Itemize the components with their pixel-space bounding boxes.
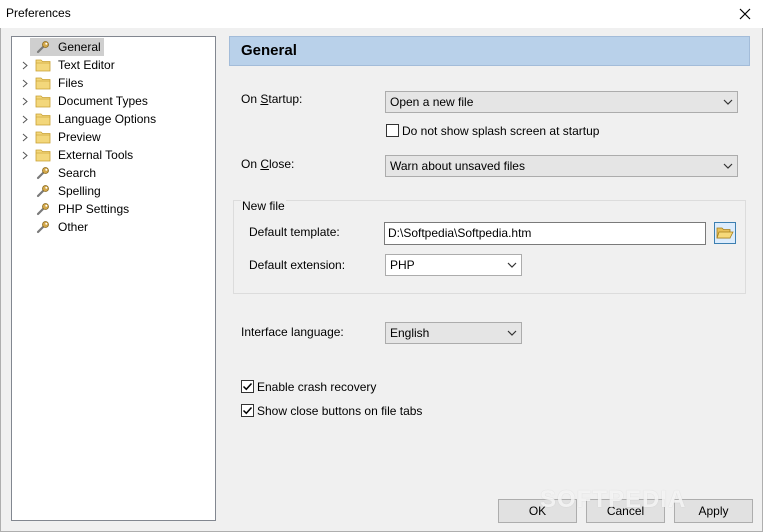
new-file-group	[233, 200, 746, 294]
interface-language-label: Interface language:	[241, 325, 344, 339]
tree-item-label: Files	[58, 76, 84, 90]
folder-icon	[34, 129, 52, 145]
tree-item-files[interactable]: Files	[12, 74, 212, 92]
tree-item-label: Other	[58, 220, 89, 234]
tree-item-external-tools[interactable]: External Tools	[12, 146, 212, 164]
default-template-label: Default template:	[249, 225, 340, 239]
close-icon	[739, 8, 751, 20]
cancel-button[interactable]: Cancel	[586, 499, 665, 523]
tree-item-label: Search	[58, 166, 97, 180]
window-title: Preferences	[6, 6, 71, 20]
expand-chevron-icon[interactable]	[20, 128, 30, 146]
expand-chevron-icon[interactable]	[20, 146, 30, 164]
checkmark-icon	[242, 382, 253, 391]
folder-icon	[34, 111, 52, 127]
title-bar: Preferences	[0, 0, 763, 28]
tree-item-content: Text Editor	[30, 56, 118, 74]
tree-item-preview[interactable]: Preview	[12, 128, 212, 146]
tree-item-label: Spelling	[58, 184, 101, 198]
ok-button[interactable]: OK	[498, 499, 577, 523]
splash-checkbox[interactable]	[386, 124, 399, 137]
on-close-value: Warn about unsaved files	[390, 159, 525, 173]
crash-recovery-label: Enable crash recovery	[257, 380, 377, 394]
checkmark-icon	[242, 406, 253, 415]
wrench-icon	[34, 165, 52, 181]
expand-chevron-icon[interactable]	[20, 110, 30, 128]
tree-item-content: Spelling	[30, 182, 104, 200]
tree-item-content: Files	[30, 74, 86, 92]
wrench-icon	[34, 201, 52, 217]
crash-recovery-checkbox[interactable]	[241, 380, 254, 393]
on-close-label: On Close:	[241, 157, 295, 171]
tree-item-spelling[interactable]: Spelling	[12, 182, 212, 200]
splash-label: Do not show splash screen at startup	[402, 124, 600, 138]
default-extension-label: Default extension:	[249, 258, 346, 272]
expand-chevron-icon[interactable]	[20, 92, 30, 110]
section-title: General	[241, 42, 297, 59]
chevron-down-icon	[503, 330, 521, 336]
tree-item-content: PHP Settings	[30, 200, 132, 218]
interface-language-value: English	[390, 326, 430, 340]
wrench-icon	[34, 183, 52, 199]
tree-item-label: Language Options	[58, 112, 157, 126]
tree-item-content: Preview	[30, 128, 104, 146]
close-buttons-checkbox[interactable]	[241, 404, 254, 417]
tree-item-search[interactable]: Search	[12, 164, 212, 182]
preferences-tree[interactable]: General Text Editor Files Document Types Lan…	[11, 36, 216, 521]
chevron-down-icon	[719, 99, 737, 105]
tree-item-content: Document Types	[30, 92, 151, 110]
folder-icon	[34, 147, 52, 163]
tree-item-label: Document Types	[58, 94, 148, 108]
open-folder-icon	[716, 227, 734, 239]
tree-item-label: Preview	[58, 130, 101, 144]
tree-item-content: Search	[30, 164, 99, 182]
expand-chevron-icon[interactable]	[20, 74, 30, 92]
tree-item-content: General	[30, 38, 104, 56]
tree-item-content: Language Options	[30, 110, 159, 128]
tree-item-label: Text Editor	[58, 58, 115, 72]
apply-button[interactable]: Apply	[674, 499, 753, 523]
folder-icon	[34, 57, 52, 73]
folder-icon	[34, 75, 52, 91]
folder-icon	[34, 93, 52, 109]
tree-item-language-options[interactable]: Language Options	[12, 110, 212, 128]
tree-item-label: General	[58, 40, 101, 54]
section-header: General	[229, 36, 750, 66]
default-template-input[interactable]: D:\Softpedia\Softpedia.htm	[384, 222, 706, 245]
close-button[interactable]	[731, 2, 759, 26]
on-startup-value: Open a new file	[390, 95, 474, 109]
on-startup-label: On Startup:	[241, 92, 303, 106]
tree-item-php-settings[interactable]: PHP Settings	[12, 200, 212, 218]
default-extension-dropdown[interactable]: PHP	[385, 254, 522, 276]
on-close-dropdown[interactable]: Warn about unsaved files	[385, 155, 738, 177]
on-startup-dropdown[interactable]: Open a new file	[385, 91, 738, 113]
tree-item-content: Other	[30, 218, 91, 236]
chevron-down-icon	[503, 262, 521, 268]
wrench-icon	[34, 219, 52, 235]
tree-item-other[interactable]: Other	[12, 218, 212, 236]
chevron-down-icon	[719, 163, 737, 169]
tree-item-content: External Tools	[30, 146, 136, 164]
interface-language-dropdown[interactable]: English	[385, 322, 522, 344]
expand-chevron-icon[interactable]	[20, 56, 30, 74]
tree-item-label: PHP Settings	[58, 202, 130, 216]
default-extension-value: PHP	[390, 258, 415, 272]
tree-item-text-editor[interactable]: Text Editor	[12, 56, 212, 74]
wrench-icon	[34, 39, 52, 55]
tree-item-general[interactable]: General	[12, 38, 212, 56]
browse-template-button[interactable]	[714, 222, 736, 244]
tree-item-document-types[interactable]: Document Types	[12, 92, 212, 110]
close-buttons-label: Show close buttons on file tabs	[257, 404, 423, 418]
tree-item-label: External Tools	[58, 148, 134, 162]
new-file-group-title: New file	[241, 199, 286, 213]
